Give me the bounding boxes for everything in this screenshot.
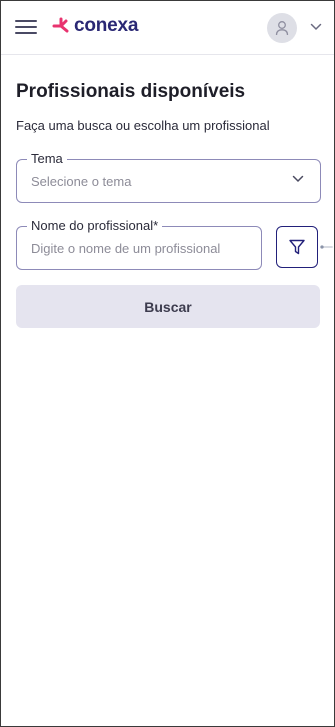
page-subtitle: Faça uma busca ou escolha um profissiona…	[16, 118, 270, 133]
filter-button[interactable]	[276, 226, 318, 268]
chevron-down-icon	[292, 175, 304, 183]
logo[interactable]: conexa	[51, 15, 138, 37]
filter-icon	[289, 239, 305, 255]
tema-label: Tema	[27, 151, 67, 167]
buscar-button[interactable]: Buscar	[16, 285, 320, 328]
tema-select[interactable]: Tema Selecione o tema	[16, 151, 321, 203]
avatar[interactable]	[267, 13, 297, 43]
connector-handle	[320, 245, 333, 249]
menu-icon[interactable]	[15, 17, 37, 37]
nome-label: Nome do profissional*	[27, 218, 163, 234]
brand-name: conexa	[74, 15, 139, 36]
chevron-down-icon[interactable]	[310, 23, 322, 31]
nome-placeholder: Digite o nome de um profissional	[31, 241, 221, 256]
nome-profissional-input[interactable]: Nome do profissional* Digite o nome de u…	[16, 218, 262, 270]
logo-mark-icon	[52, 17, 69, 33]
tema-placeholder: Selecione o tema	[31, 174, 132, 189]
page-title: Profissionais disponíveis	[16, 81, 246, 102]
user-icon	[275, 21, 289, 36]
app-frame: conexa Profissionais disponíveis Faça um…	[0, 0, 335, 727]
top-header: conexa	[1, 1, 334, 55]
